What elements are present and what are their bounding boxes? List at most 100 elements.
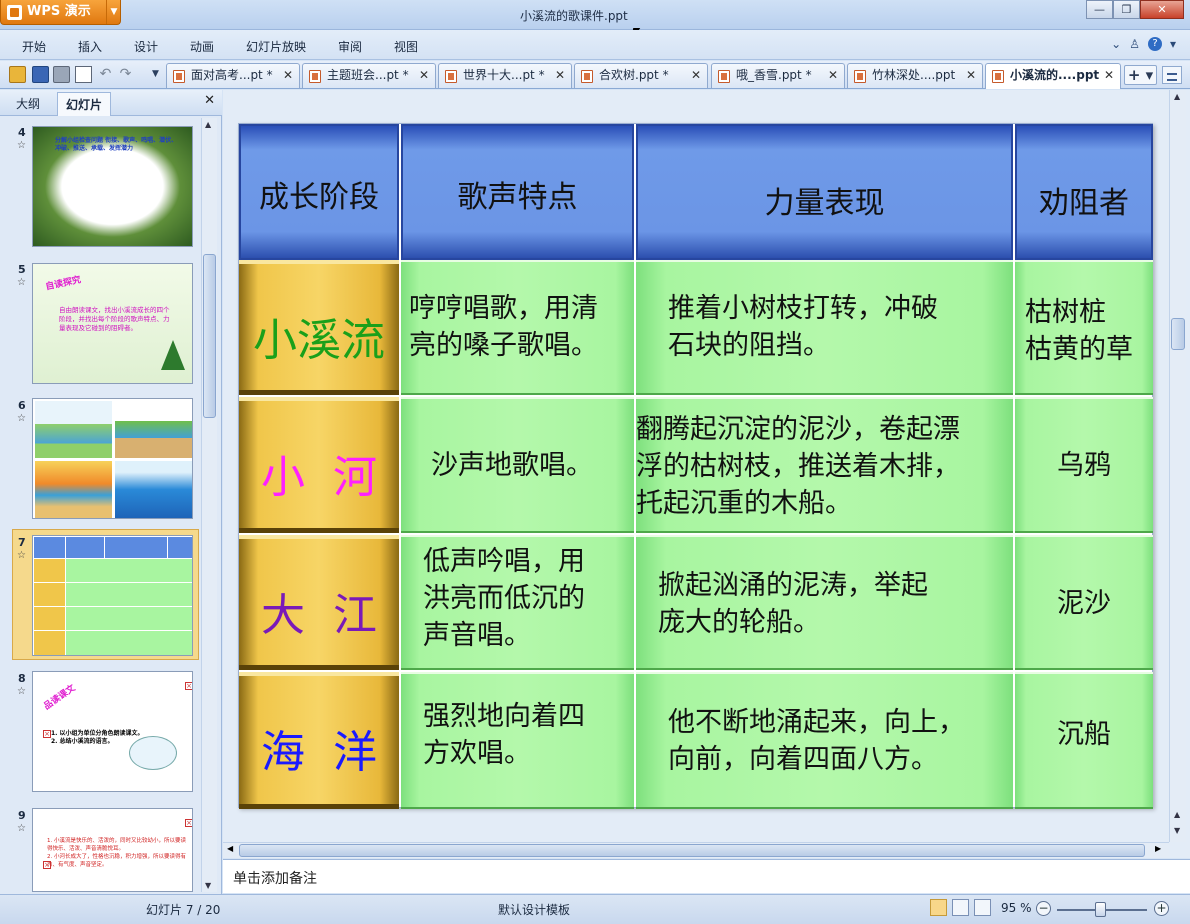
table-cell[interactable]: 掀起汹涌的泥涛，举起 庞大的轮船。	[636, 535, 1013, 670]
scrollbar-thumb[interactable]	[1171, 318, 1185, 350]
close-tab-icon[interactable]: ✕	[691, 64, 701, 87]
editor-horizontal-scrollbar[interactable]: ◀ ▶	[223, 842, 1169, 858]
doc-tab[interactable]: 主题班会...pt * ✕	[302, 63, 436, 88]
table-row-stage[interactable]: 小 河	[239, 397, 399, 533]
menu-review[interactable]: 审阅	[338, 38, 362, 55]
table-cell[interactable]: 乌鸦	[1015, 397, 1153, 533]
close-tab-icon[interactable]: ✕	[283, 64, 293, 87]
close-panel-icon[interactable]: ✕	[204, 93, 215, 108]
slide-thumbnail-current[interactable]	[32, 535, 193, 656]
undo-icon[interactable]: ↶	[97, 66, 114, 83]
notes-pane[interactable]: 单击添加备注	[223, 859, 1190, 893]
table-cell[interactable]: 强烈地向着四 方欢唱。	[401, 672, 634, 809]
help-dropdown-icon[interactable]: ▾	[1170, 37, 1176, 51]
editor-vertical-scrollbar[interactable]: ▲ ▲ ▼	[1169, 90, 1186, 842]
zoom-slider-knob[interactable]	[1095, 902, 1106, 917]
close-tab-icon[interactable]: ✕	[828, 64, 838, 87]
minimize-button[interactable]: —	[1086, 0, 1113, 19]
scrollbar-thumb[interactable]	[239, 844, 1145, 857]
restore-button[interactable]: ❐	[1113, 0, 1140, 19]
scroll-left-icon[interactable]: ◀	[227, 844, 233, 853]
quick-access-dropdown-icon[interactable]: ▼	[147, 66, 164, 83]
table-cell[interactable]: 哼哼唱歌，用清 亮的嗓子歌唱。	[401, 260, 634, 395]
table-row-stage[interactable]: 小溪流	[239, 260, 399, 395]
ppt-file-icon	[992, 70, 1004, 83]
slide-sorter-icon[interactable]	[952, 899, 969, 916]
table-cell[interactable]: 他不断地涌起来，向上， 向前，向着四面八方。	[636, 672, 1013, 809]
menu-home[interactable]: 开始	[22, 38, 46, 55]
skin-icon[interactable]: ♙	[1129, 37, 1140, 51]
save-icon[interactable]	[32, 66, 49, 83]
slide-thumbnail[interactable]: 分解小组检查问题 衔接、歌声、鸣唱、潜伏、冲破、推送、承载、发挥潜力	[32, 126, 193, 247]
menu-view[interactable]: 视图	[394, 38, 418, 55]
thumbnail-text: 1. 小溪流是快乐的、活泼的，同时又比较幼小，所以要读得快乐、活泼、声音清脆悦耳…	[47, 838, 186, 868]
table-header-cell[interactable]: 歌声特点	[401, 124, 634, 260]
close-window-button[interactable]: ✕	[1140, 0, 1184, 19]
close-tab-icon[interactable]: ✕	[419, 64, 429, 87]
doc-tab[interactable]: 哦_香雪.ppt * ✕	[711, 63, 845, 88]
table-cell[interactable]: 低声吟唱，用 洪亮而低沉的 声音唱。	[401, 535, 634, 670]
doc-tab[interactable]: 世界十大...pt * ✕	[438, 63, 572, 88]
table-header-cell[interactable]: 力量表现	[636, 124, 1013, 260]
slide-thumbnail[interactable]: 1. 小溪流是快乐的、活泼的，同时又比较幼小，所以要读得快乐、活泼、声音清脆悦耳…	[32, 808, 193, 892]
table-cell[interactable]: 推着小树枝打转，冲破 石块的阻挡。	[636, 260, 1013, 395]
doc-tab-active[interactable]: 小溪流的....ppt ✕	[985, 63, 1121, 89]
normal-view-icon[interactable]	[930, 899, 947, 916]
menu-design[interactable]: 设计	[134, 38, 158, 55]
redo-icon[interactable]: ↷	[117, 66, 134, 83]
print-icon[interactable]	[53, 66, 70, 83]
table-header-cell[interactable]: 成长阶段	[239, 124, 399, 260]
menu-insert[interactable]: 插入	[78, 38, 102, 55]
doc-tab[interactable]: 面对高考...pt * ✕	[166, 63, 300, 88]
animation-star-icon: ☆	[17, 413, 26, 424]
scroll-up-icon[interactable]: ▲	[1174, 92, 1180, 101]
open-icon[interactable]	[9, 66, 26, 83]
table-cell[interactable]: 枯树桩 枯黄的草	[1015, 260, 1153, 395]
blocker-text: 沉船	[1057, 719, 1111, 750]
table-cell[interactable]: 沙声地歌唱。	[401, 397, 634, 533]
print-preview-icon[interactable]	[75, 66, 92, 83]
slide-thumbnail[interactable]	[32, 398, 193, 519]
app-menu-button[interactable]: WPS 演示 ▼	[0, 0, 121, 25]
scrollbar-thumb[interactable]	[203, 254, 216, 418]
tab-list-button[interactable]	[1162, 66, 1182, 84]
table-cell[interactable]: 翻腾起沉淀的泥沙，卷起漂 浮的枯树枝，推送着木排， 托起沉重的木船。	[636, 397, 1013, 533]
doc-tab-label: 世界十大...pt *	[463, 68, 545, 82]
slide-thumbnail[interactable]: 自读探究 自由朗读课文，找出小溪流成长的四个阶段，并找出每个阶段的歌声特点、力量…	[32, 263, 193, 384]
mini-body-cell	[66, 583, 192, 606]
blocker-text: 泥沙	[1057, 588, 1111, 619]
zoom-in-button[interactable]: +	[1154, 901, 1169, 916]
slides-panel-scrollbar[interactable]: ▲ ▼	[201, 118, 217, 892]
help-icon[interactable]: ?	[1147, 37, 1162, 51]
animation-star-icon: ☆	[17, 277, 26, 288]
close-tab-icon[interactable]: ✕	[1104, 64, 1114, 87]
blocker-text: 乌鸦	[1057, 450, 1111, 481]
menu-animation[interactable]: 动画	[190, 38, 214, 55]
chevron-down-icon[interactable]: ▼	[106, 0, 121, 24]
slide-thumbnail[interactable]: 品读课文 1. 以小组为单位分角色朗读课文。 2. 总结小溪流的语言。 × ×	[32, 671, 193, 792]
zoom-out-button[interactable]: −	[1036, 901, 1051, 916]
doc-tab-label: 面对高考...pt *	[191, 68, 273, 82]
close-tab-icon[interactable]: ✕	[555, 64, 565, 87]
tab-outline[interactable]: 大纲	[16, 95, 40, 112]
current-slide[interactable]: 成长阶段 歌声特点 力量表现 劝阻者 小溪流 哼哼唱歌，用清 亮的嗓子歌唱。 推…	[238, 123, 1153, 809]
new-tab-button[interactable]: + ▾	[1124, 65, 1157, 85]
scroll-down-icon[interactable]: ▼	[205, 881, 211, 890]
next-slide-icon[interactable]: ▼	[1174, 826, 1180, 835]
table-cell[interactable]: 泥沙	[1015, 535, 1153, 670]
collapse-ribbon-icon[interactable]: ⌄	[1111, 37, 1121, 51]
previous-slide-icon[interactable]: ▲	[1174, 810, 1180, 819]
table-header-cell[interactable]: 劝阻者	[1015, 124, 1153, 260]
table-row-stage[interactable]: 海 洋	[239, 672, 399, 809]
table-row-stage[interactable]: 大 江	[239, 535, 399, 670]
menu-slideshow[interactable]: 幻灯片放映	[246, 38, 306, 55]
doc-tab[interactable]: 合欢树.ppt * ✕	[574, 63, 708, 88]
scroll-right-icon[interactable]: ▶	[1155, 844, 1161, 853]
close-tab-icon[interactable]: ✕	[966, 64, 976, 87]
scroll-up-icon[interactable]: ▲	[205, 120, 211, 129]
tab-slides[interactable]: 幻灯片	[57, 92, 112, 116]
table-cell[interactable]: 沉船	[1015, 672, 1153, 809]
doc-tab[interactable]: 竹林深处....ppt ✕	[847, 63, 983, 88]
slideshow-icon[interactable]	[974, 899, 991, 916]
mini-body-cell	[66, 559, 192, 582]
